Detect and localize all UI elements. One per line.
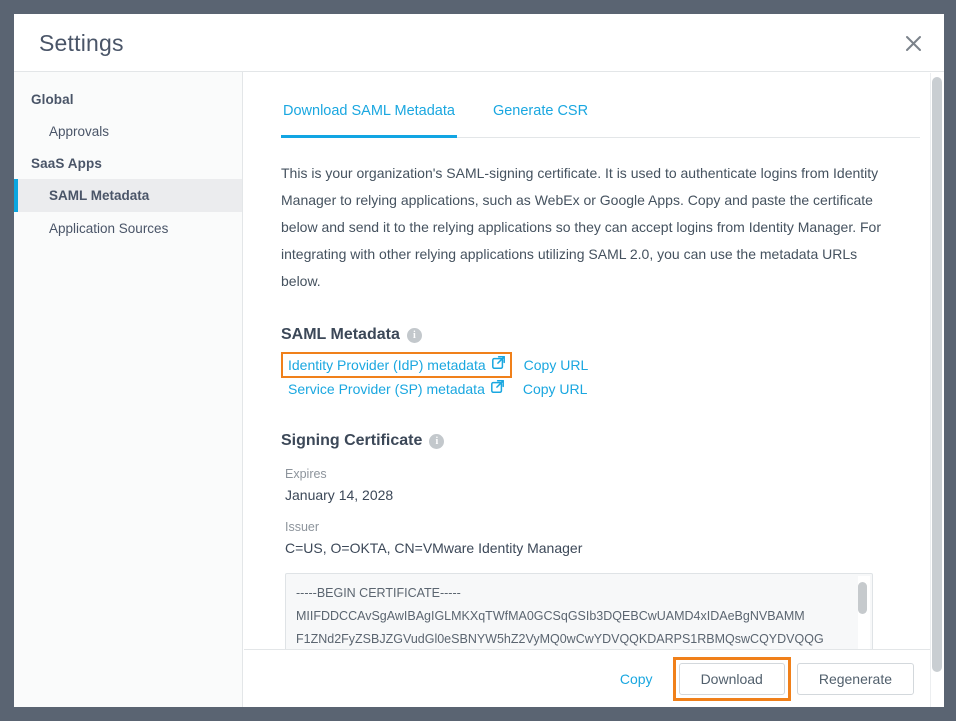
- info-icon[interactable]: i: [429, 433, 445, 449]
- modal-scrollbar-track[interactable]: [930, 73, 944, 707]
- sidebar-group-global: Global: [31, 92, 74, 107]
- copy-url-sp-button[interactable]: Copy URL: [523, 381, 588, 397]
- saml-metadata-heading-text: SAML Metadata: [281, 326, 400, 343]
- info-icon[interactable]: i: [406, 327, 422, 343]
- saml-metadata-links: Identity Provider (IdP) metadata Copy UR…: [281, 352, 920, 401]
- certificate-scrollbar-thumb[interactable]: [858, 582, 867, 614]
- issuer-label: Issuer: [285, 520, 320, 534]
- idp-metadata-link-highlight[interactable]: Identity Provider (IdP) metadata: [281, 352, 512, 378]
- tab-download-saml-metadata[interactable]: Download SAML Metadata: [281, 103, 457, 138]
- sp-metadata-link-wrap[interactable]: Service Provider (SP) metadata: [281, 376, 511, 402]
- metadata-row-idp: Identity Provider (IdP) metadata Copy UR…: [281, 352, 920, 378]
- modal-footer: Copy Download Regenerate: [244, 649, 944, 707]
- download-button-highlight: Download: [672, 656, 791, 701]
- screenshot-frame: Settings Global Approvals SaaS Apps SAML…: [0, 0, 956, 721]
- sidebar-group-saas-apps: SaaS Apps: [31, 156, 102, 171]
- copy-button[interactable]: Copy: [620, 671, 653, 687]
- sidebar-item-label: Approvals: [49, 124, 110, 139]
- tab-bar: Download SAML Metadata Generate CSR: [281, 103, 920, 138]
- expires-value: January 14, 2028: [285, 487, 394, 503]
- regenerate-button[interactable]: Regenerate: [796, 662, 914, 695]
- sidebar-item-application-sources[interactable]: Application Sources: [14, 212, 242, 245]
- tab-panel-download-saml-metadata: This is your organization's SAML-signing…: [243, 160, 944, 707]
- intro-paragraph: This is your organization's SAML-signing…: [281, 165, 882, 289]
- page-title: Settings: [39, 30, 124, 56]
- regenerate-button-wrap: Regenerate: [791, 657, 920, 701]
- settings-modal: Settings Global Approvals SaaS Apps SAML…: [14, 14, 944, 707]
- settings-sidebar: Global Approvals SaaS Apps SAML Metadata…: [14, 72, 243, 707]
- sidebar-item-approvals[interactable]: Approvals: [14, 115, 242, 148]
- expires-field: Expires January 14, 2028: [285, 467, 920, 503]
- sp-metadata-link[interactable]: Service Provider (SP) metadata: [288, 381, 485, 397]
- expires-label: Expires: [285, 467, 327, 481]
- issuer-value: C=US, O=OKTA, CN=VMware Identity Manager: [285, 540, 583, 556]
- issuer-field: Issuer C=US, O=OKTA, CN=VMware Identity …: [285, 520, 920, 556]
- tab-label: Download SAML Metadata: [283, 103, 455, 119]
- copy-url-idp-button[interactable]: Copy URL: [524, 357, 589, 373]
- content-pane: Download SAML Metadata Generate CSR This…: [243, 72, 944, 707]
- idp-metadata-link[interactable]: Identity Provider (IdP) metadata: [288, 357, 486, 373]
- external-link-icon: [490, 380, 504, 398]
- close-icon[interactable]: [898, 28, 928, 58]
- sidebar-item-label: Application Sources: [49, 221, 169, 236]
- signing-certificate-heading-text: Signing Certificate: [281, 432, 423, 449]
- tab-label: Generate CSR: [492, 103, 589, 119]
- tab-generate-csr[interactable]: Generate CSR: [491, 103, 590, 137]
- modal-header: Settings: [14, 14, 944, 72]
- external-link-icon: [491, 356, 505, 374]
- modal-scrollbar-thumb[interactable]: [932, 77, 942, 672]
- modal-body: Global Approvals SaaS Apps SAML Metadata…: [14, 72, 944, 707]
- saml-metadata-heading: SAML Metadata i: [281, 326, 920, 344]
- metadata-row-sp: Service Provider (SP) metadata Copy URL: [281, 377, 920, 401]
- download-button[interactable]: Download: [678, 662, 785, 695]
- signing-certificate-heading: Signing Certificate i: [281, 432, 920, 450]
- sidebar-item-label: SAML Metadata: [49, 188, 150, 203]
- sidebar-item-saml-metadata[interactable]: SAML Metadata: [14, 179, 242, 212]
